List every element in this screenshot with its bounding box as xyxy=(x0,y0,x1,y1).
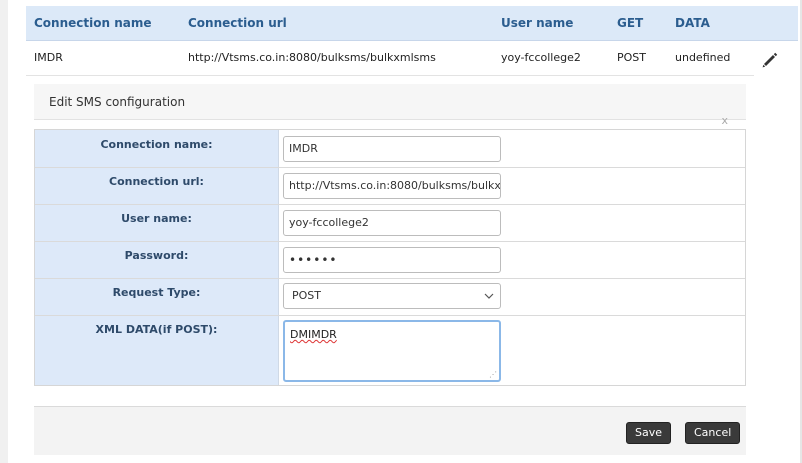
header-connection-url: Connection url xyxy=(188,16,287,30)
cell-connection-url: http://Vtsms.co.in:8080/bulksms/bulkxmls… xyxy=(188,51,436,64)
connection-url-label: Connection url: xyxy=(109,175,204,188)
row-divider xyxy=(35,167,745,168)
connection-url-input[interactable]: http://Vtsms.co.in:8080/bulksms/bulkxmls… xyxy=(283,173,501,199)
cell-data: undefined xyxy=(675,51,731,64)
config-form: Connection name: IMDR Connection url: ht… xyxy=(34,129,746,386)
request-type-label: Request Type: xyxy=(112,286,201,299)
row-divider xyxy=(35,315,745,316)
request-type-select[interactable]: POST xyxy=(283,283,501,309)
header-data: DATA xyxy=(675,16,710,30)
password-input[interactable]: •••••• xyxy=(283,247,501,273)
cancel-button[interactable]: Cancel xyxy=(685,422,741,444)
xml-data-label: XML DATA(if POST): xyxy=(95,323,218,336)
edit-sms-config-panel: Edit SMS configuration x Connection name… xyxy=(34,84,746,455)
table-header: Connection name Connection url User name… xyxy=(26,6,798,41)
cell-method: POST xyxy=(617,51,646,64)
user-name-label: User name: xyxy=(121,212,192,225)
panel-title-bar: Edit SMS configuration x xyxy=(34,84,746,127)
header-connection-name: Connection name xyxy=(34,16,152,30)
panel-title: Edit SMS configuration xyxy=(49,95,186,109)
connection-name-label: Connection name: xyxy=(100,138,213,151)
row-divider xyxy=(35,241,745,242)
left-edge xyxy=(0,0,8,463)
row-divider xyxy=(35,278,745,279)
request-type-value: POST xyxy=(292,289,321,302)
password-label: Password: xyxy=(124,249,189,262)
table-row[interactable]: IMDR http://Vtsms.co.in:8080/bulksms/bul… xyxy=(26,41,754,76)
header-get: GET xyxy=(617,16,644,30)
header-user-name: User name xyxy=(501,16,574,30)
xml-data-textarea[interactable]: DMIMDR ⋰ xyxy=(283,320,501,382)
row-divider xyxy=(35,204,745,205)
panel-footer: Save Cancel xyxy=(34,406,746,455)
cell-connection-name: IMDR xyxy=(34,51,63,64)
save-button[interactable]: Save xyxy=(626,422,672,444)
xml-data-value: DMIMDR xyxy=(290,328,337,341)
resize-grip-icon[interactable]: ⋰ xyxy=(489,370,497,379)
connection-name-input[interactable]: IMDR xyxy=(283,136,501,162)
user-name-input[interactable]: yoy-fccollege2 xyxy=(283,210,501,236)
pencil-icon[interactable] xyxy=(760,50,780,70)
chevron-down-icon xyxy=(484,284,494,308)
cell-user-name: yoy-fccollege2 xyxy=(501,51,581,64)
